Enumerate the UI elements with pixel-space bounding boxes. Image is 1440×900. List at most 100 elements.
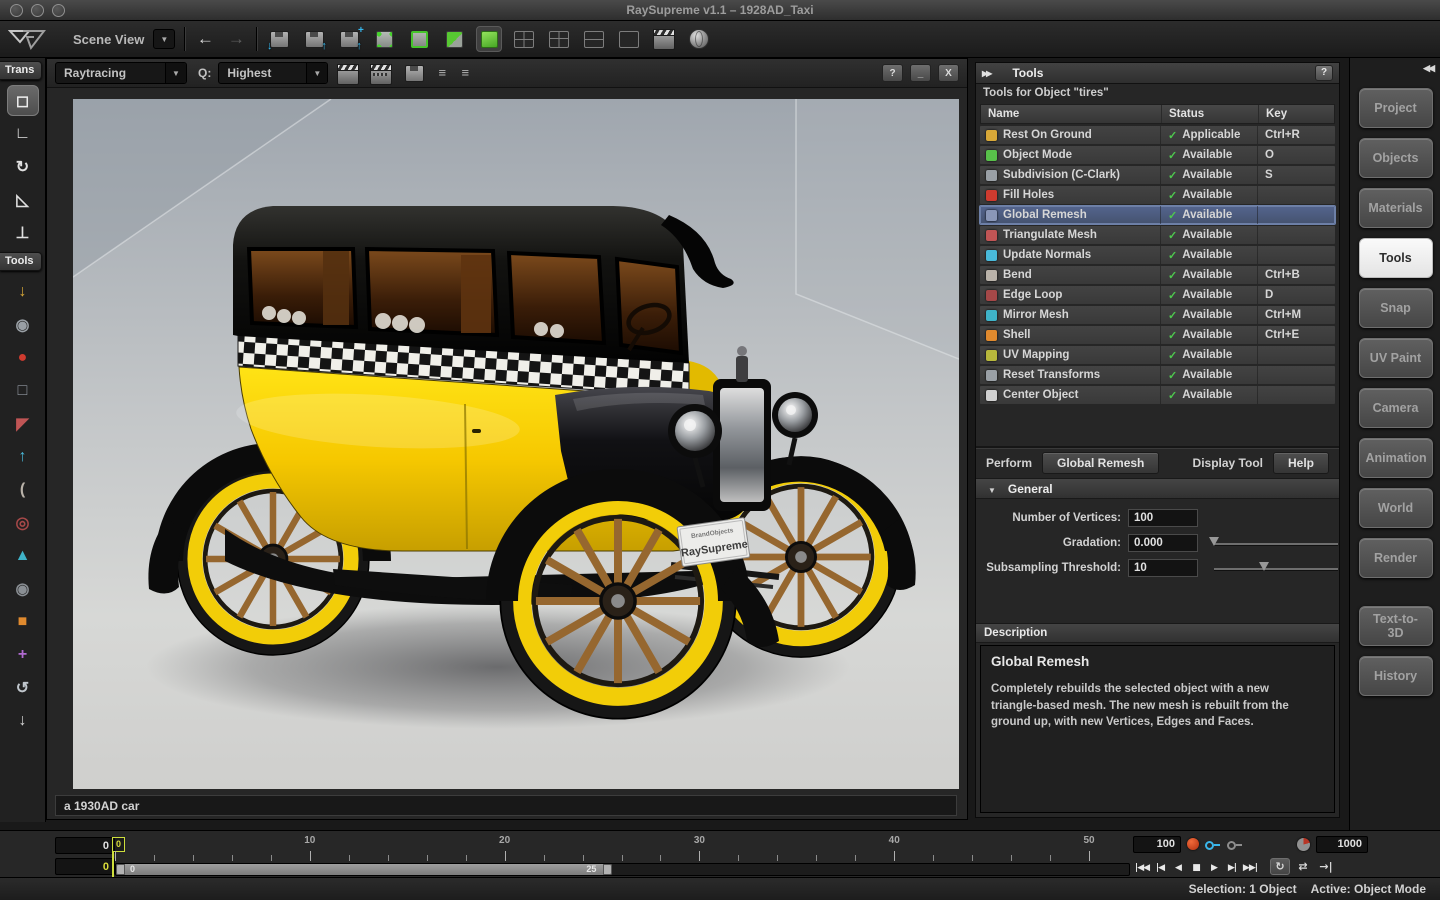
tool-row[interactable]: Edge LoopAvailableD bbox=[980, 286, 1335, 304]
help-button[interactable]: Help bbox=[1273, 452, 1329, 474]
parameter-input[interactable] bbox=[1128, 534, 1198, 552]
rotate-tool-icon[interactable]: ↻ bbox=[7, 151, 39, 182]
parameter-input[interactable] bbox=[1128, 509, 1198, 527]
timeline-ruler[interactable]: 0 1020304050 bbox=[115, 835, 1128, 861]
minimize-window-button[interactable] bbox=[31, 4, 44, 17]
slider-handle[interactable] bbox=[1209, 537, 1219, 546]
layout-single-button[interactable] bbox=[616, 26, 642, 52]
viewport-minimize-button[interactable]: _ bbox=[910, 64, 931, 82]
update-normals-icon[interactable]: ↑ bbox=[7, 441, 39, 472]
edge-loop-icon[interactable]: ◎ bbox=[7, 507, 39, 538]
panel-button-project[interactable]: Project bbox=[1359, 88, 1433, 128]
tool-row[interactable]: Update NormalsAvailable bbox=[980, 246, 1335, 264]
tool-row[interactable]: Object ModeAvailableO bbox=[980, 146, 1335, 164]
close-window-button[interactable] bbox=[10, 4, 23, 17]
tool-row[interactable]: BendAvailableCtrl+B bbox=[980, 266, 1335, 284]
uv-mapping-icon[interactable]: ■ bbox=[7, 606, 39, 637]
scene-view-dropdown[interactable] bbox=[153, 29, 175, 49]
parameter-slider[interactable] bbox=[1214, 536, 1338, 550]
column-header-status[interactable]: Status bbox=[1161, 105, 1258, 123]
refresh-icon[interactable]: ↺ bbox=[7, 672, 39, 703]
rest-on-ground-icon[interactable]: ↓ bbox=[7, 276, 39, 307]
object-mode-icon[interactable]: ◉ bbox=[7, 309, 39, 340]
prev-key-button[interactable]: |◀ bbox=[1151, 860, 1169, 876]
vertex-mode-button[interactable] bbox=[371, 26, 397, 52]
object-mode-button[interactable] bbox=[476, 26, 502, 52]
viewport-close-button[interactable]: X bbox=[938, 64, 959, 82]
ping-pong-button[interactable]: ⇄ bbox=[1293, 858, 1313, 875]
tool-row[interactable]: Triangulate MeshAvailable bbox=[980, 226, 1335, 244]
scale-tool-icon[interactable]: ◺ bbox=[7, 184, 39, 215]
perform-global-remesh-button[interactable]: Global Remesh bbox=[1042, 452, 1159, 474]
slider-handle[interactable] bbox=[1259, 562, 1269, 571]
panel-button-render[interactable]: Render bbox=[1359, 538, 1433, 578]
timeline-range-scrollbar[interactable]: 0 25 bbox=[115, 863, 1130, 876]
timeline-current-frame-field[interactable] bbox=[55, 858, 115, 875]
tool-row[interactable]: Fill HolesAvailable bbox=[980, 186, 1335, 204]
add-keyframe-icon[interactable] bbox=[1205, 837, 1221, 851]
column-header-name[interactable]: Name bbox=[981, 105, 1161, 123]
center-object-icon[interactable]: ↓ bbox=[7, 705, 39, 736]
stop-button[interactable]: ■ bbox=[1187, 860, 1205, 876]
panel-button-camera[interactable]: Camera bbox=[1359, 388, 1433, 428]
tool-row[interactable]: Global RemeshAvailable bbox=[980, 206, 1335, 224]
web-publish-button[interactable] bbox=[686, 26, 712, 52]
parameter-input[interactable] bbox=[1128, 559, 1198, 577]
layout-split-button[interactable] bbox=[581, 26, 607, 52]
render-settings-icon[interactable]: ≡ bbox=[434, 66, 450, 80]
collapse-rail-icon[interactable]: ◀◀ bbox=[1423, 63, 1433, 74]
move-tool-icon[interactable]: ∟ bbox=[7, 118, 39, 149]
viewport-help-button[interactable]: ? bbox=[882, 64, 903, 82]
pivot-tool-icon[interactable]: ⊥ bbox=[7, 217, 39, 248]
panel-button-tools[interactable]: Tools bbox=[1359, 238, 1433, 278]
select-tool-icon[interactable]: ◻ bbox=[7, 85, 39, 116]
animation-length-field[interactable] bbox=[1316, 836, 1368, 853]
back-button[interactable]: ← bbox=[194, 29, 216, 49]
loop-button[interactable]: ↻ bbox=[1270, 858, 1290, 875]
quality-select[interactable]: Highest bbox=[218, 62, 328, 84]
tool-row[interactable]: Reset TransformsAvailable bbox=[980, 366, 1335, 384]
remove-keyframe-icon[interactable] bbox=[1227, 837, 1243, 851]
panel-button-text-to-3d[interactable]: Text-to-3D bbox=[1359, 606, 1433, 646]
tool-row[interactable]: Rest On GroundApplicableCtrl+R bbox=[980, 126, 1335, 144]
edge-mode-button[interactable] bbox=[406, 26, 432, 52]
step-back-button[interactable]: ◀ bbox=[1169, 860, 1187, 876]
shell-view-icon[interactable]: ◉ bbox=[7, 573, 39, 604]
display-tool-label[interactable]: Display Tool bbox=[1193, 456, 1263, 470]
render-animation-button[interactable] bbox=[651, 26, 677, 52]
panel-button-world[interactable]: World bbox=[1359, 488, 1433, 528]
tool-row[interactable]: Mirror MeshAvailableCtrl+M bbox=[980, 306, 1335, 324]
bend-icon[interactable]: ( bbox=[7, 474, 39, 505]
tool-row[interactable]: ShellAvailableCtrl+E bbox=[980, 326, 1335, 344]
fill-holes-icon[interactable]: ● bbox=[7, 342, 39, 373]
go-first-button[interactable]: |◀◀ bbox=[1133, 860, 1151, 876]
tool-row[interactable]: UV MappingAvailable bbox=[980, 346, 1335, 364]
load-file-button[interactable]: ↓ bbox=[266, 26, 292, 52]
step-forward-button[interactable]: ▶| bbox=[1223, 860, 1241, 876]
panel-button-uv-paint[interactable]: UV Paint bbox=[1359, 338, 1433, 378]
face-mode-button[interactable] bbox=[441, 26, 467, 52]
tool-row[interactable]: Subdivision (C-Clark)AvailableS bbox=[980, 166, 1335, 184]
save-plus-button[interactable]: +↑ bbox=[336, 26, 362, 52]
tools-panel-help-button[interactable]: ? bbox=[1315, 65, 1333, 81]
panel-button-objects[interactable]: Objects bbox=[1359, 138, 1433, 178]
general-section-header[interactable]: General bbox=[976, 478, 1339, 499]
fps-field[interactable] bbox=[1133, 836, 1181, 853]
play-button[interactable]: ▶ bbox=[1205, 860, 1223, 876]
tool-row[interactable]: Center ObjectAvailable bbox=[980, 386, 1335, 404]
render-mode-select[interactable]: Raytracing bbox=[55, 62, 187, 84]
forward-button[interactable]: → bbox=[225, 29, 247, 49]
render-queue-icon[interactable]: ≡ bbox=[457, 66, 473, 80]
prompt-input[interactable] bbox=[55, 795, 957, 816]
panel-button-animation[interactable]: Animation bbox=[1359, 438, 1433, 478]
triangulate-mesh-icon[interactable]: ◤ bbox=[7, 408, 39, 439]
render-movie-button[interactable] bbox=[368, 61, 394, 87]
mirror-mesh-icon[interactable]: ▲ bbox=[7, 540, 39, 571]
save-file-button[interactable]: ↑ bbox=[301, 26, 327, 52]
layout-quad-button[interactable] bbox=[511, 26, 537, 52]
go-last-button[interactable]: ▶▶| bbox=[1241, 860, 1259, 876]
layout-three-button[interactable] bbox=[546, 26, 572, 52]
panel-button-history[interactable]: History bbox=[1359, 656, 1433, 696]
play-once-button[interactable]: →| bbox=[1316, 858, 1336, 875]
parameter-slider[interactable] bbox=[1214, 561, 1338, 575]
